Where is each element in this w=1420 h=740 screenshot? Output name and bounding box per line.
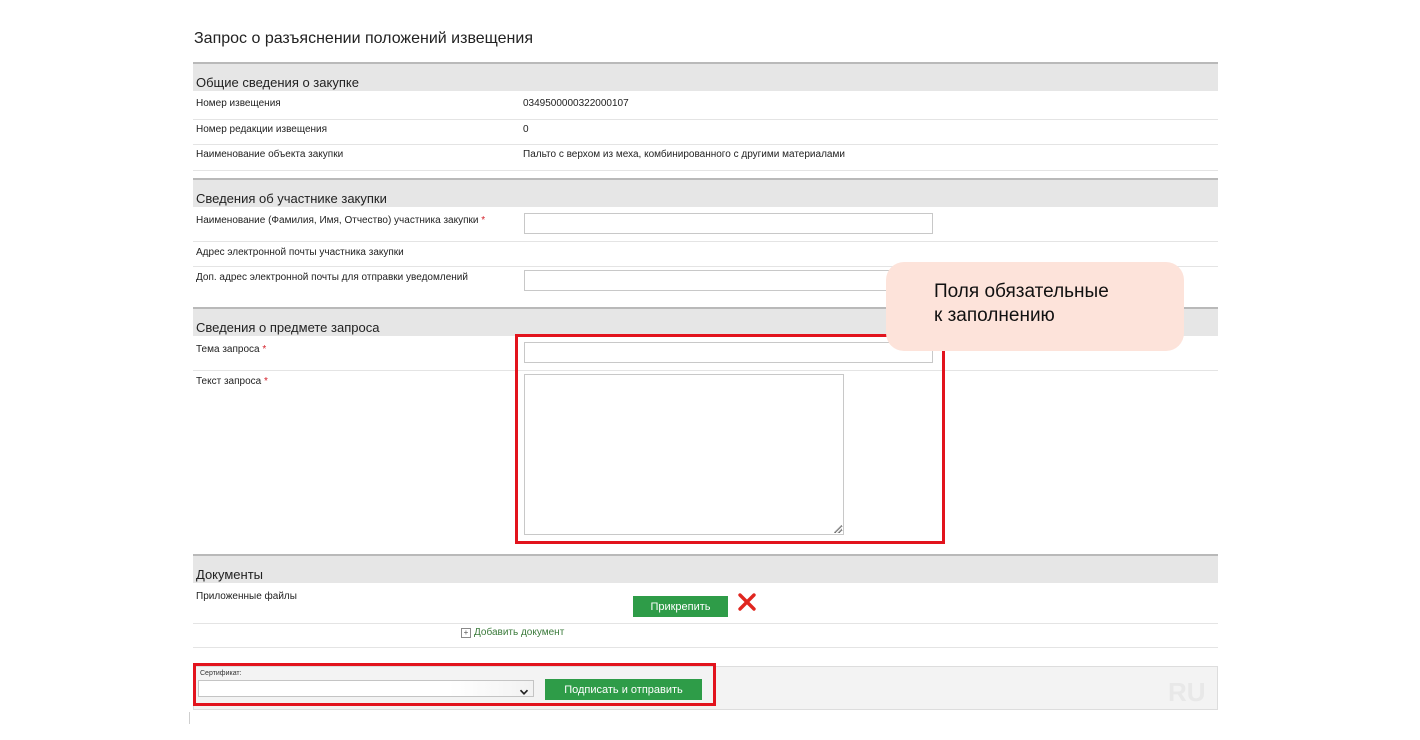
participant-name-label-text: Наименование (Фамилия, Имя, Отчество) уч… (196, 215, 479, 226)
callout-line-2: к заполнению (934, 305, 1055, 326)
row-divider (193, 119, 1218, 120)
row-divider (193, 170, 1218, 171)
request-topic-label: Тема запроса * (196, 344, 266, 355)
plus-box-icon: + (461, 627, 471, 638)
attach-button[interactable]: Прикрепить (633, 596, 728, 617)
edge-line (189, 712, 190, 724)
procurement-object-label: Наименование объекта закупки (196, 149, 344, 160)
notice-revision-label: Номер редакции извещения (196, 124, 328, 135)
notice-number-label: Номер извещения (196, 98, 281, 109)
row-divider (193, 241, 1218, 242)
section-header-documents: Документы (193, 554, 1218, 583)
required-fields-callout: Поля обязательные к заполнению (886, 262, 1184, 351)
certificate-highlight (193, 663, 716, 706)
participant-name-input[interactable] (524, 213, 933, 234)
row-divider (193, 647, 1218, 648)
section-header-participant: Сведения об участнике закупки (193, 178, 1218, 207)
required-fields-highlight (515, 334, 945, 544)
notice-revision-value: 0 (523, 124, 529, 135)
request-text-label: Текст запроса * (196, 376, 268, 387)
required-asterisk: * (263, 376, 268, 387)
attached-files-label: Приложенные файлы (196, 591, 297, 602)
required-asterisk: * (262, 344, 267, 355)
request-topic-label-text: Тема запроса (196, 344, 260, 355)
delete-x-icon[interactable] (737, 592, 757, 612)
notice-number-value: 0349500000322000107 (523, 98, 629, 109)
procurement-object-value: Пальто с верхом из меха, комбинированног… (523, 149, 845, 160)
section-header-general: Общие сведения о закупке (193, 62, 1218, 91)
extra-email-label: Доп. адрес электронной почты для отправк… (196, 272, 468, 283)
participant-email-label: Адрес электронной почты участника закупк… (196, 247, 404, 258)
row-divider (193, 623, 1218, 624)
extra-email-input[interactable] (524, 270, 933, 291)
watermark: RU (1168, 677, 1206, 707)
page-title: Запрос о разъяснении положений извещения (194, 30, 533, 47)
add-document-label: Добавить документ (474, 627, 565, 638)
request-text-label-text: Текст запроса (196, 376, 262, 387)
row-divider (193, 144, 1218, 145)
participant-name-label: Наименование (Фамилия, Имя, Отчество) уч… (196, 215, 485, 226)
add-document-link[interactable]: + Добавить документ (461, 627, 564, 638)
callout-line-1: Поля обязательные (934, 281, 1109, 302)
required-asterisk: * (481, 215, 486, 226)
